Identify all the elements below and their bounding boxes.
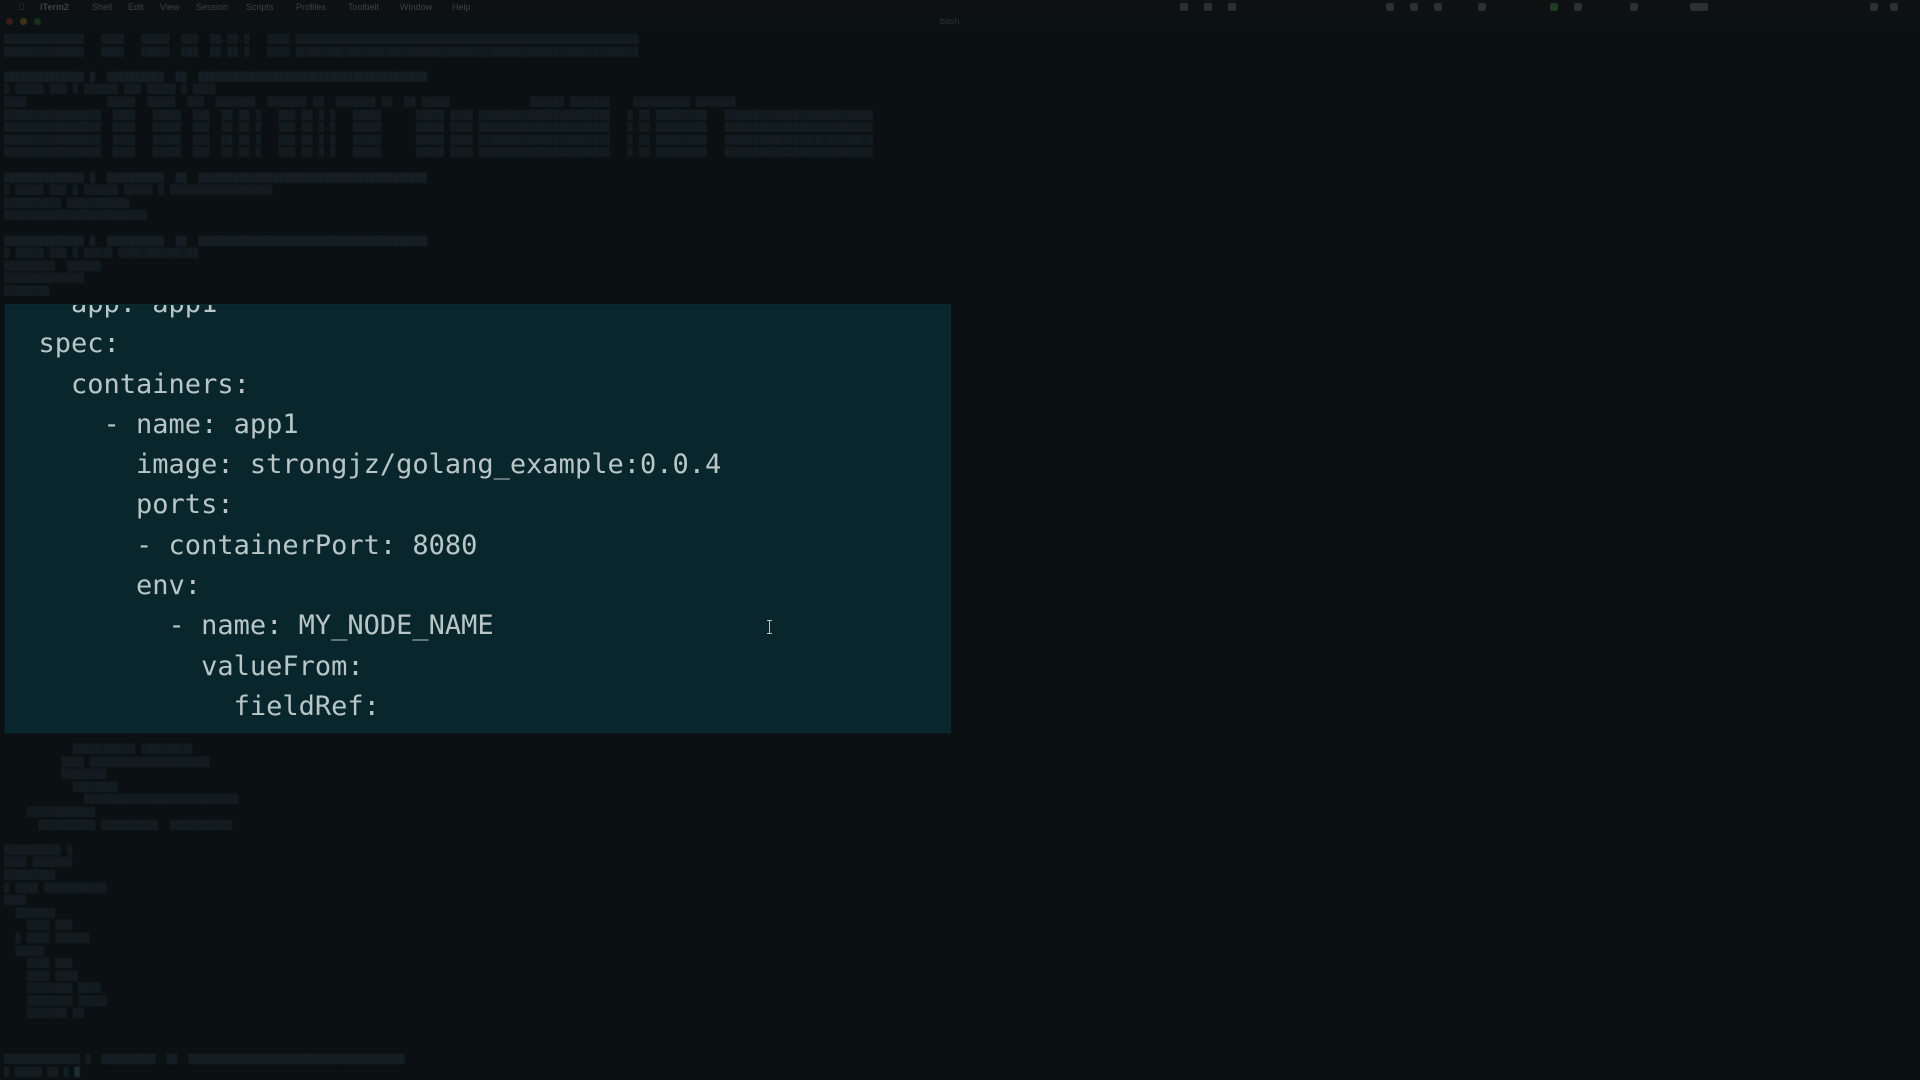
menu-scripts[interactable]: Scripts <box>246 0 274 14</box>
status-icon[interactable] <box>1478 3 1486 11</box>
menu-window[interactable]: Window <box>400 0 432 14</box>
menu-app-name[interactable]: iTerm2 <box>40 0 69 14</box>
menu-help[interactable]: Help <box>452 0 471 14</box>
code-line: containers: <box>6 368 250 400</box>
menu-toolbelt[interactable]: Toolbelt <box>348 0 379 14</box>
terminal-output-background: ▒▒▒▒▒▒▒▒▒▒▒▒▒▒ ▒▒▒▒ ▒▒▒▒▒ ▒▒▒ ▒▒.▒▒.▒ ▒▒… <box>4 35 874 297</box>
code-line: valueFrom: <box>6 650 364 682</box>
terminal-output-background: ▒▒▒▒▒▒▒▒▒▒▒ ▒▒▒▒▒▒▒▒▒ ▒▒▒▒ ▒▒▒▒▒▒▒▒▒▒▒▒▒… <box>4 745 239 1020</box>
yaml-code-block: app: app1 spec: containers: - name: app1… <box>6 305 722 727</box>
wifi-icon[interactable] <box>1630 3 1638 11</box>
search-icon[interactable] <box>1870 3 1878 11</box>
zoomed-code-region: app: app1 spec: containers: - name: app1… <box>6 305 950 732</box>
text-cursor-icon <box>766 620 773 634</box>
code-line: ports: <box>6 489 234 521</box>
code-line: env: <box>6 570 202 602</box>
status-icon[interactable] <box>1550 3 1558 11</box>
zoom-window-button[interactable] <box>34 18 41 25</box>
status-icon[interactable] <box>1204 3 1212 11</box>
code-line: image: strongjz/golang_example:0.0.4 <box>6 449 722 481</box>
terminal-prompt: ▒▒▒▒▒▒▒▒▒▒▒▒▒▒ ▒ ▒▒▒▒▒▒▒▒▒▒ ▒▒ ▒▒▒▒▒▒▒▒▒… <box>4 1055 405 1078</box>
minimize-window-button[interactable] <box>20 18 27 25</box>
title-bar: bash <box>0 14 1920 28</box>
status-icon[interactable] <box>1434 3 1442 11</box>
code-line: - name: app1 <box>6 408 299 440</box>
window-title: bash <box>940 16 960 26</box>
code-line: - containerPort: 8080 <box>6 529 478 561</box>
notification-center-icon[interactable] <box>1890 3 1898 11</box>
status-icon[interactable] <box>1386 3 1394 11</box>
status-icon[interactable] <box>1574 3 1582 11</box>
menu-view[interactable]: View <box>160 0 179 14</box>
status-icon[interactable] <box>1228 3 1236 11</box>
code-line: app: app1 <box>6 305 721 324</box>
code-line: fieldRef: <box>6 690 380 722</box>
apple-icon[interactable]:  <box>18 0 25 14</box>
code-line: spec: <box>6 328 120 360</box>
menu-session[interactable]: Session <box>196 0 228 14</box>
menu-profiles[interactable]: Profiles <box>296 0 326 14</box>
menu-bar:  iTerm2 Shell Edit View Session Scripts… <box>0 0 1920 14</box>
status-icon[interactable] <box>1410 3 1418 11</box>
code-line: - name: MY_NODE_NAME <box>6 610 494 642</box>
status-icon[interactable] <box>1180 3 1188 11</box>
menu-shell[interactable]: Shell <box>92 0 112 14</box>
close-window-button[interactable] <box>6 18 13 25</box>
menu-edit[interactable]: Edit <box>128 0 144 14</box>
battery-icon[interactable] <box>1690 3 1708 11</box>
